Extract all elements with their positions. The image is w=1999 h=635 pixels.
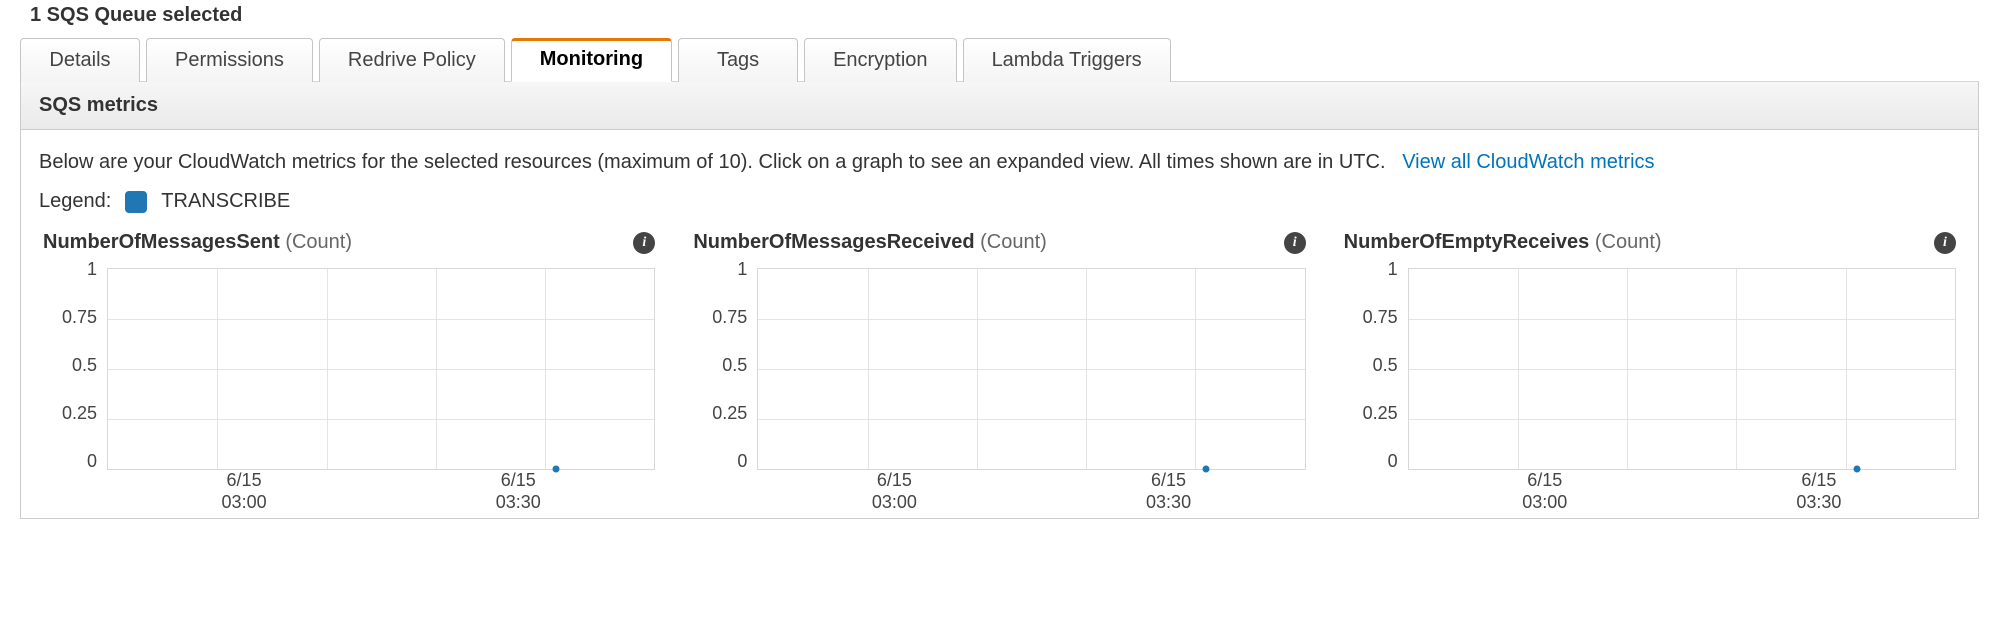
plot-area <box>757 268 1305 470</box>
y-tick: 0.25 <box>695 404 747 422</box>
chart-area: 1 0.75 0.5 0.25 0 <box>1346 260 1960 510</box>
x-tick: 6/15 03:00 <box>872 470 917 510</box>
y-tick: 0 <box>695 452 747 470</box>
info-icon[interactable]: i <box>633 232 655 254</box>
y-tick: 0.5 <box>1346 356 1398 374</box>
y-tick: 1 <box>1346 260 1398 278</box>
chart-title: NumberOfMessagesSent (Count) <box>43 231 352 254</box>
intro-body: Below are your CloudWatch metrics for th… <box>39 151 1386 173</box>
y-axis: 1 0.75 0.5 0.25 0 <box>45 260 103 470</box>
tab-monitoring[interactable]: Monitoring <box>511 38 672 82</box>
y-tick: 0.75 <box>695 308 747 326</box>
y-tick: 0.25 <box>45 404 97 422</box>
x-tick: 6/15 03:00 <box>1522 470 1567 510</box>
plot-area <box>1408 268 1956 470</box>
charts-row: NumberOfMessagesSent (Count) i 1 0.75 0.… <box>39 231 1960 510</box>
x-axis: 6/15 03:00 6/15 03:30 <box>1408 470 1956 510</box>
chart-metric-unit: (Count) <box>980 231 1047 253</box>
chart-title: NumberOfMessagesReceived (Count) <box>693 231 1047 254</box>
tab-permissions[interactable]: Permissions <box>146 38 313 82</box>
chart-metric-name: NumberOfMessagesSent <box>43 231 280 253</box>
legend-swatch <box>125 191 147 213</box>
x-tick: 6/15 03:30 <box>496 470 541 510</box>
legend-label: Legend: <box>39 190 111 213</box>
chart-metric-unit: (Count) <box>285 231 352 253</box>
x-tick: 6/15 03:30 <box>1796 470 1841 510</box>
tab-redrive-policy[interactable]: Redrive Policy <box>319 38 505 82</box>
chart-card-messages-sent[interactable]: NumberOfMessagesSent (Count) i 1 0.75 0.… <box>39 231 659 510</box>
chart-card-empty-receives[interactable]: NumberOfEmptyReceives (Count) i 1 0.75 0… <box>1340 231 1960 510</box>
y-tick: 0.5 <box>45 356 97 374</box>
tabs-row: Details Permissions Redrive Policy Monit… <box>20 37 1979 82</box>
info-icon[interactable]: i <box>1934 232 1956 254</box>
tab-lambda-triggers[interactable]: Lambda Triggers <box>963 38 1171 82</box>
x-tick: 6/15 03:00 <box>222 470 267 510</box>
legend-row: Legend: TRANSCRIBE <box>39 190 1960 213</box>
chart-card-messages-received[interactable]: NumberOfMessagesReceived (Count) i 1 0.7… <box>689 231 1309 510</box>
page-title: 1 SQS Queue selected <box>20 0 1979 37</box>
tab-details[interactable]: Details <box>20 38 140 82</box>
y-tick: 0.5 <box>695 356 747 374</box>
y-tick: 1 <box>695 260 747 278</box>
panel-title: SQS metrics <box>21 82 1978 130</box>
y-axis: 1 0.75 0.5 0.25 0 <box>1346 260 1404 470</box>
info-icon[interactable]: i <box>1284 232 1306 254</box>
y-tick: 0.25 <box>1346 404 1398 422</box>
tab-encryption[interactable]: Encryption <box>804 38 957 82</box>
x-axis: 6/15 03:00 6/15 03:30 <box>107 470 655 510</box>
metrics-panel: SQS metrics Below are your CloudWatch me… <box>20 82 1979 519</box>
chart-area: 1 0.75 0.5 0.25 0 <box>695 260 1309 510</box>
x-tick: 6/15 03:30 <box>1146 470 1191 510</box>
plot-area <box>107 268 655 470</box>
y-axis: 1 0.75 0.5 0.25 0 <box>695 260 753 470</box>
view-all-metrics-link[interactable]: View all CloudWatch metrics <box>1402 151 1654 173</box>
x-axis: 6/15 03:00 6/15 03:30 <box>757 470 1305 510</box>
chart-metric-name: NumberOfEmptyReceives <box>1344 231 1590 253</box>
legend-item: TRANSCRIBE <box>161 190 290 213</box>
y-tick: 0.75 <box>1346 308 1398 326</box>
y-tick: 1 <box>45 260 97 278</box>
chart-metric-unit: (Count) <box>1595 231 1662 253</box>
intro-text: Below are your CloudWatch metrics for th… <box>39 148 1960 176</box>
y-tick: 0.75 <box>45 308 97 326</box>
chart-area: 1 0.75 0.5 0.25 0 <box>45 260 659 510</box>
y-tick: 0 <box>45 452 97 470</box>
chart-metric-name: NumberOfMessagesReceived <box>693 231 974 253</box>
y-tick: 0 <box>1346 452 1398 470</box>
tab-tags[interactable]: Tags <box>678 38 798 82</box>
chart-title: NumberOfEmptyReceives (Count) <box>1344 231 1662 254</box>
